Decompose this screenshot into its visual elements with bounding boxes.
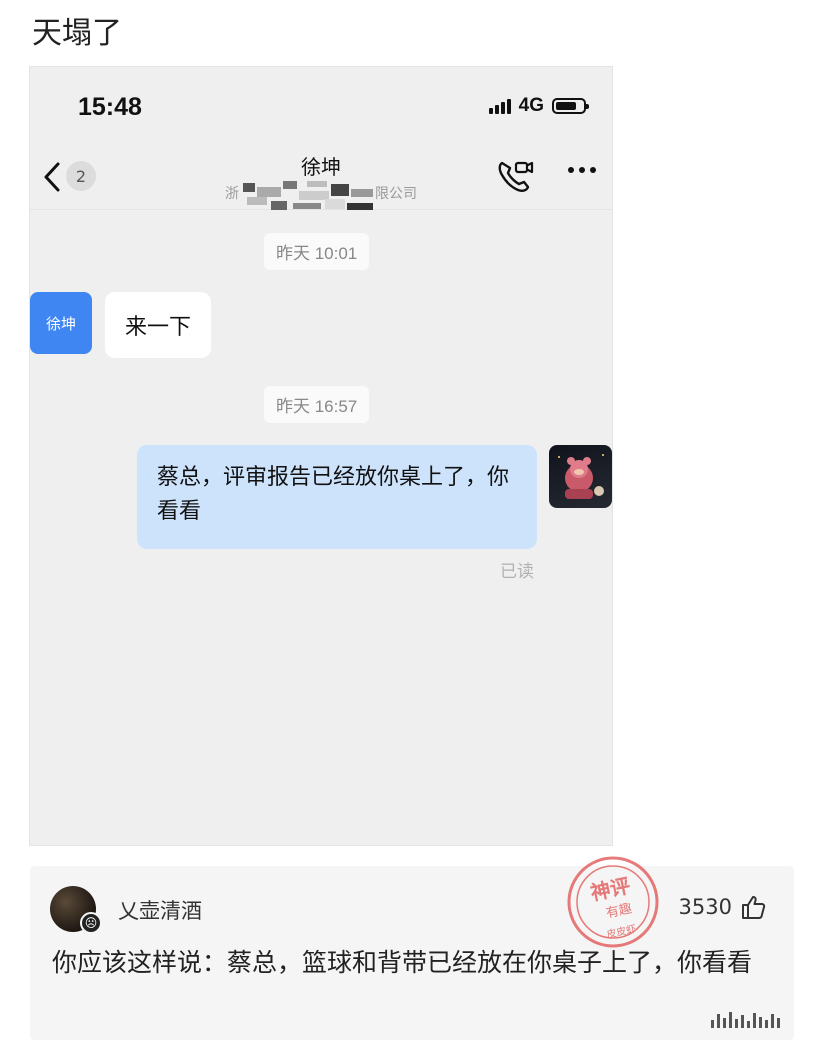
post-title: 天塌了 — [32, 16, 122, 51]
comment-text: 你应该这样说：蔡总，篮球和背带已经放在你桌子上了，你看看 — [52, 948, 753, 977]
redacted-mosaic — [243, 181, 378, 211]
user-avatar[interactable] — [549, 445, 612, 508]
timestamp: 昨天 10:01 — [264, 233, 370, 270]
company-name: 浙 限公司 — [225, 181, 425, 210]
more-options-icon[interactable] — [568, 167, 596, 173]
network-type: 4G — [518, 95, 544, 116]
company-prefix: 浙 — [225, 186, 239, 202]
outgoing-message[interactable]: 蔡总，评审报告已经放你桌上了，你看看 — [137, 445, 537, 549]
stamp-line3: 皮皮虾 — [605, 922, 637, 941]
status-indicators: 4G — [488, 95, 589, 117]
verified-badge-icon: ☹ — [80, 912, 102, 934]
comment-card: ☹ 乂壶清酒 3530 你应该这样说：蔡总，篮球和背带已经放在你桌子上了，你看看… — [30, 856, 794, 1040]
stamp-line1: 神评 — [588, 873, 632, 905]
watermark-stamp: 神评 有趣 皮皮虾 — [565, 854, 661, 950]
timestamp: 昨天 16:57 — [264, 386, 370, 423]
video-call-icon[interactable] — [496, 159, 534, 197]
incoming-message[interactable]: 来一下 — [105, 292, 212, 358]
like-button[interactable]: 3530 — [679, 894, 766, 920]
company-suffix: 限公司 — [375, 186, 417, 202]
stamp-line2: 有趣 — [605, 901, 634, 921]
commenter-username[interactable]: 乂壶清酒 — [118, 895, 202, 925]
read-receipt: 已读 — [500, 562, 534, 582]
status-time: 15:48 — [78, 93, 142, 121]
like-count: 3530 — [678, 895, 732, 919]
chat-header: 2 徐坤 浙 限公司 — [30, 145, 612, 210]
contact-avatar[interactable]: 徐坤 — [30, 292, 92, 354]
battery-icon — [552, 98, 589, 114]
signal-icon — [488, 98, 511, 114]
decorative-bars — [711, 1012, 780, 1028]
thumbs-up-icon — [742, 896, 766, 919]
chat-screenshot: 15:48 4G 2 徐坤 浙 限公司 昨天 10:01 徐坤 来一下 昨天 1… — [29, 66, 613, 846]
